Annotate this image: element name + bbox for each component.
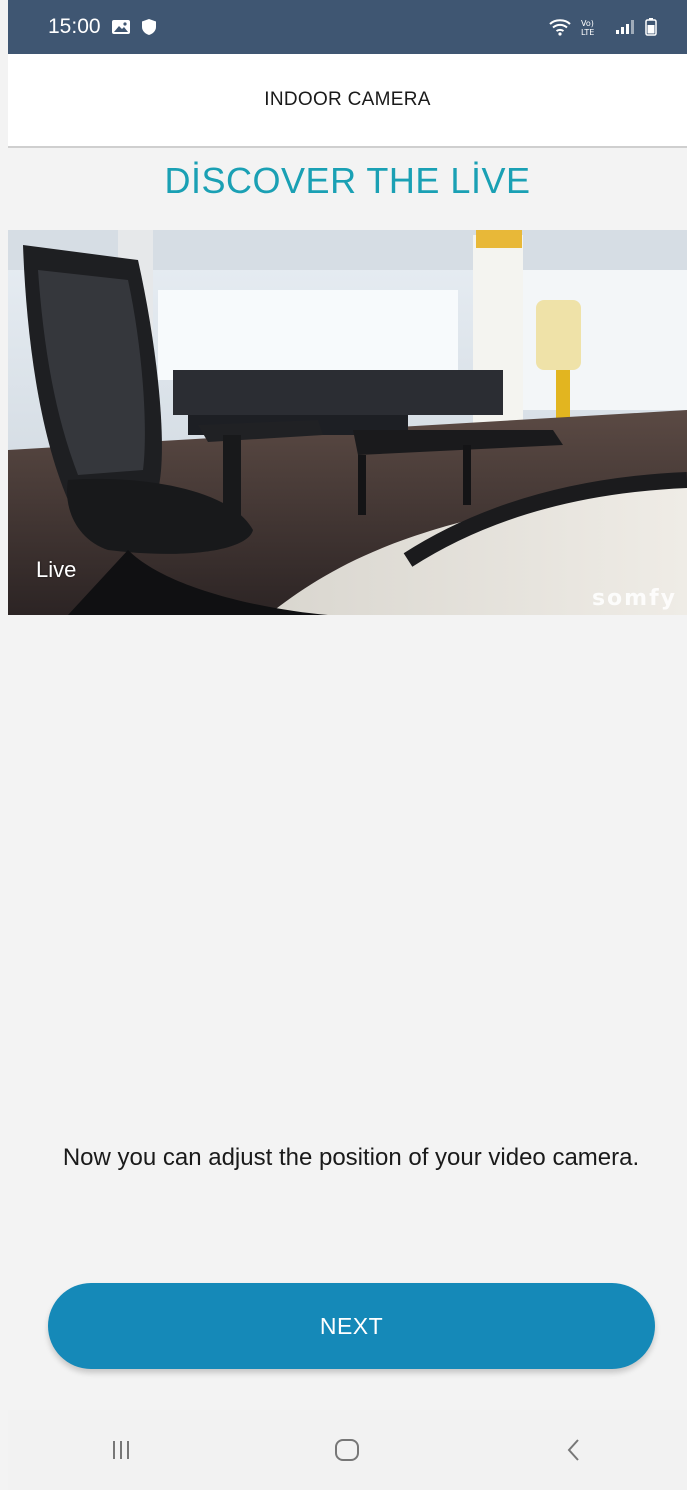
live-video-feed[interactable]: Live somfy: [8, 230, 687, 615]
recent-apps-icon: [113, 1441, 130, 1459]
wifi-icon: [549, 18, 571, 36]
status-time: 15:00: [48, 15, 101, 38]
svg-text:LTE: LTE: [581, 28, 594, 36]
recent-apps-button[interactable]: [81, 1420, 161, 1480]
status-left: 15:00: [48, 15, 157, 39]
svg-text:Vo): Vo): [581, 19, 594, 28]
home-icon: [335, 1439, 360, 1461]
back-button[interactable]: [534, 1420, 614, 1480]
shield-icon: [141, 18, 157, 36]
status-bar: 15:00 Vo) LTE: [8, 0, 687, 54]
status-right: Vo) LTE: [549, 18, 657, 36]
battery-icon: [645, 18, 657, 36]
somfy-watermark: somfy: [591, 586, 677, 611]
home-button[interactable]: [307, 1420, 387, 1480]
page-title: INDOOR CAMERA: [264, 89, 431, 110]
discover-title: DİSCOVER THE LİVE: [164, 160, 531, 201]
gallery-icon: [111, 19, 131, 35]
system-nav-bar: [8, 1410, 687, 1490]
app-header: INDOOR CAMERA: [8, 54, 687, 148]
signal-icon: [615, 19, 635, 35]
back-icon: [567, 1439, 579, 1461]
next-button[interactable]: NEXT: [48, 1283, 655, 1369]
volte-icon: Vo) LTE: [581, 18, 605, 36]
camera-view-image: [8, 230, 687, 615]
instruction-text: Now you can adjust the position of your …: [62, 1144, 640, 1171]
live-label: Live: [36, 557, 77, 582]
